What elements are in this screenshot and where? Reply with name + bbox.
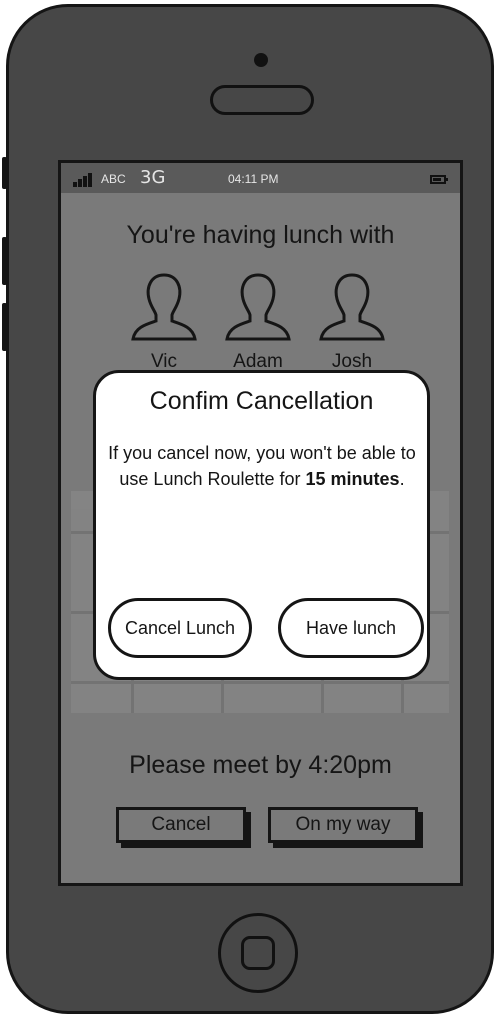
dialog-message: If you cancel now, you won't be able to …: [106, 440, 418, 492]
phone-frame: ABC 3G 04:11 PM You're having lunch with…: [2, 4, 494, 1014]
have-lunch-button[interactable]: Have lunch: [278, 598, 424, 658]
cancel-lunch-button[interactable]: Cancel Lunch: [108, 598, 252, 658]
dialog-message-end: .: [399, 469, 405, 489]
dialog-title: Confim Cancellation: [149, 387, 374, 415]
earpiece-speaker: [210, 85, 314, 115]
front-camera: [254, 53, 268, 67]
ringer-switch: [2, 157, 7, 189]
dialog-message-duration: 15 minutes: [305, 469, 400, 489]
phone-screen: ABC 3G 04:11 PM You're having lunch with…: [58, 160, 463, 886]
confirm-cancellation-dialog: Confim Cancellation If you cancel now, y…: [93, 370, 430, 680]
home-button[interactable]: [218, 913, 298, 993]
volume-up-button: [2, 237, 7, 285]
home-square-icon: [241, 936, 275, 970]
volume-down-button: [2, 303, 7, 351]
